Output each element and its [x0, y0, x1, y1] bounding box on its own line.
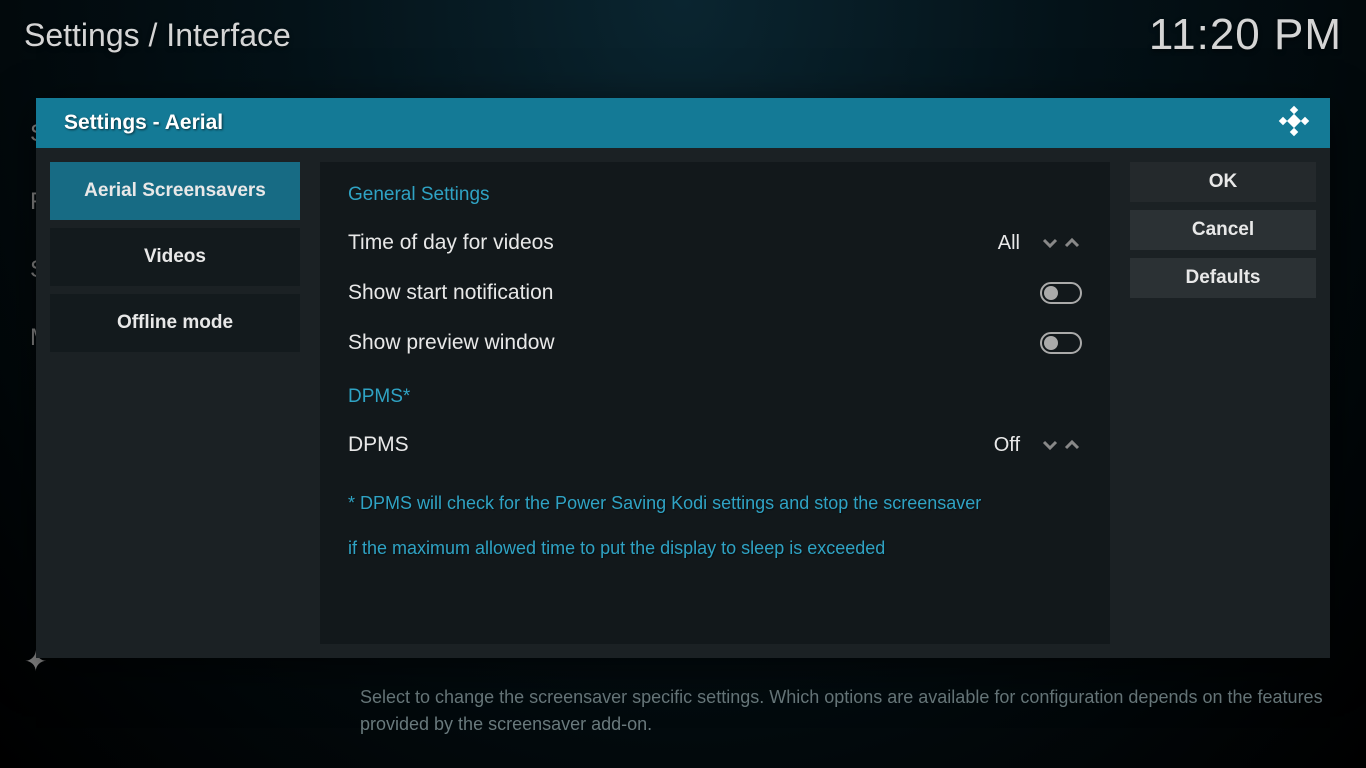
spinner-control[interactable]	[1040, 233, 1082, 253]
setting-value: Off	[994, 434, 1020, 457]
cancel-button[interactable]: Cancel	[1130, 210, 1316, 250]
setting-label: Time of day for videos	[348, 231, 998, 255]
setting-show-preview-window[interactable]: Show preview window	[348, 318, 1082, 368]
kodi-logo-icon	[1278, 105, 1310, 142]
toggle-off[interactable]	[1040, 282, 1082, 304]
toggle-off[interactable]	[1040, 332, 1082, 354]
category-aerial-screensavers[interactable]: Aerial Screensavers	[50, 162, 300, 220]
settings-dialog: Settings - Aerial Aerial Screensavers Vi…	[36, 98, 1330, 658]
breadcrumb: Settings / Interface	[24, 17, 291, 54]
dpms-note-line1: * DPMS will check for the Power Saving K…	[348, 490, 1082, 517]
chevron-down-icon[interactable]	[1040, 233, 1060, 253]
setting-label: DPMS	[348, 433, 994, 457]
setting-show-start-notification[interactable]: Show start notification	[348, 268, 1082, 318]
setting-value: All	[998, 232, 1020, 255]
settings-panel: General Settings Time of day for videos …	[320, 162, 1110, 644]
setting-dpms[interactable]: DPMS Off	[348, 420, 1082, 470]
clock: 11:20 PM	[1149, 10, 1342, 60]
dialog-titlebar: Settings - Aerial	[36, 98, 1330, 148]
dialog-buttons: OK Cancel Defaults	[1130, 162, 1316, 644]
setting-label: Show preview window	[348, 331, 1040, 355]
category-list: Aerial Screensavers Videos Offline mode	[50, 162, 300, 644]
setting-time-of-day[interactable]: Time of day for videos All	[348, 218, 1082, 268]
dialog-title: Settings - Aerial	[64, 111, 223, 135]
dpms-note-line2: if the maximum allowed time to put the d…	[348, 535, 1082, 562]
section-dpms-header: DPMS*	[348, 386, 1082, 408]
section-general-header: General Settings	[348, 184, 1082, 206]
chevron-up-icon[interactable]	[1062, 233, 1082, 253]
category-videos[interactable]: Videos	[50, 228, 300, 286]
setting-label: Show start notification	[348, 281, 1040, 305]
ok-button[interactable]: OK	[1130, 162, 1316, 202]
spinner-control[interactable]	[1040, 435, 1082, 455]
defaults-button[interactable]: Defaults	[1130, 258, 1316, 298]
category-offline-mode[interactable]: Offline mode	[50, 294, 300, 352]
help-text: Select to change the screensaver specifi…	[360, 684, 1326, 738]
chevron-down-icon[interactable]	[1040, 435, 1060, 455]
chevron-up-icon[interactable]	[1062, 435, 1082, 455]
